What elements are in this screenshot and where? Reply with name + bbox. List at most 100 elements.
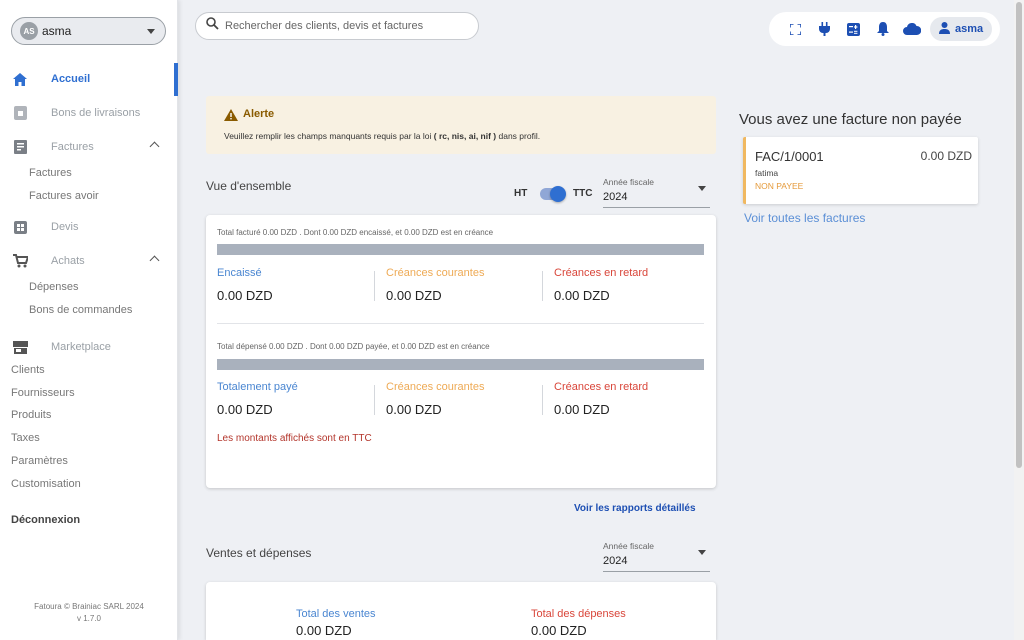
- metric-label: Encaissé: [217, 267, 262, 279]
- sidebar-subitem-expenses[interactable]: Dépenses: [29, 281, 79, 293]
- sidebar-item-customisation[interactable]: Customisation: [11, 478, 81, 490]
- chevron-down-icon: [147, 28, 155, 34]
- sidebar-item-settings[interactable]: Paramètres: [11, 455, 68, 467]
- ttc-note: Les montants affichés sont en TTC: [217, 433, 372, 444]
- page-scrollbar[interactable]: [1014, 0, 1024, 640]
- bell-icon[interactable]: [868, 19, 897, 39]
- alert-message: Veuillez remplir les champs manquants re…: [224, 131, 540, 141]
- metric-fully-paid: Totalement payé 0.00 DZD: [217, 381, 367, 417]
- cloud-icon[interactable]: [897, 19, 926, 39]
- sidebar-item-products[interactable]: Produits: [11, 409, 51, 421]
- alert-banner: Alerte Veuillez remplir les champs manqu…: [206, 96, 716, 154]
- toggle-ttc-label: TTC: [573, 188, 593, 199]
- toggle-knob: [550, 186, 566, 202]
- fullscreen-icon[interactable]: [781, 19, 810, 39]
- sales-fiscal-year-select[interactable]: Année fiscale 2024: [603, 541, 710, 572]
- metric-value: 0.00 DZD: [217, 288, 273, 303]
- metric-value: 0.00 DZD: [554, 288, 610, 303]
- sidebar-subitem-credit-notes[interactable]: Factures avoir: [29, 190, 99, 202]
- chevron-down-icon: [698, 550, 706, 555]
- metric-value: 0.00 DZD: [554, 402, 610, 417]
- sidebar-item-suppliers[interactable]: Fournisseurs: [11, 387, 75, 399]
- chevron-up-icon[interactable]: [149, 255, 160, 266]
- sidebar-subitem-invoices[interactable]: Factures: [29, 167, 72, 179]
- divider: [374, 271, 375, 301]
- metric-collected: Encaissé 0.00 DZD: [217, 267, 367, 303]
- footer-copyright: Fatoura © Brainiac SARL 2024: [34, 602, 144, 611]
- toggle-ht-label: HT: [514, 188, 528, 199]
- store-icon: [12, 339, 28, 355]
- footer-version: v 1.7.0: [76, 614, 101, 623]
- sidebar-item-taxes[interactable]: Taxes: [11, 432, 40, 444]
- billed-summary: Total facturé 0.00 DZD . Dont 0.00 DZD e…: [217, 228, 494, 237]
- account-selector[interactable]: AS asma: [11, 17, 166, 45]
- billed-progress-bar: [217, 244, 704, 255]
- sidebar-item-label: Bons de livraisons: [51, 107, 141, 119]
- metric-label: Créances en retard: [554, 381, 649, 393]
- alert-title: Alerte: [243, 108, 275, 120]
- sidebar-item-label: Factures: [51, 141, 94, 153]
- detailed-reports-link[interactable]: Voir les rapports détaillés: [574, 503, 696, 514]
- account-name: asma: [42, 24, 72, 38]
- sidebar-item-delivery[interactable]: Bons de livraisons: [0, 102, 170, 124]
- alert-text-after: dans profil.: [498, 131, 541, 141]
- section-divider: [217, 323, 704, 324]
- metric-total-expenses: Total des dépenses 0.00 DZD: [531, 608, 681, 638]
- fiscal-year-label: Année fiscale: [603, 541, 655, 551]
- metric-current-payables: Créances courantes 0.00 DZD: [386, 381, 536, 417]
- metric-total-sales: Total des ventes 0.00 DZD: [296, 608, 446, 638]
- metric-value: 0.00 DZD: [386, 402, 442, 417]
- invoice-status: NON PAYEE: [755, 181, 804, 191]
- sidebar-item-clients[interactable]: Clients: [11, 364, 45, 376]
- sidebar-item-quotes[interactable]: Devis: [0, 216, 170, 238]
- sidebar-item-home[interactable]: Accueil: [0, 68, 170, 90]
- calculator-icon[interactable]: [839, 19, 868, 39]
- top-toolbar: asma: [769, 12, 1000, 46]
- divider: [374, 385, 375, 415]
- user-name: asma: [955, 23, 984, 35]
- sidebar-item-marketplace[interactable]: Marketplace: [0, 336, 170, 358]
- invoice-client: fatima: [755, 168, 779, 178]
- sidebar-item-label: Devis: [51, 221, 79, 233]
- user-menu-button[interactable]: asma: [930, 17, 993, 41]
- metric-label: Créances en retard: [554, 267, 649, 279]
- alert-text-fields: ( rc, nis, ai, nif ): [433, 131, 497, 141]
- metric-label: Total des ventes: [296, 608, 376, 620]
- fiscal-year-select[interactable]: Année fiscale 2024: [603, 177, 710, 208]
- plug-icon[interactable]: [810, 19, 839, 39]
- search-box[interactable]: [195, 12, 479, 40]
- active-indicator: [174, 63, 178, 96]
- sidebar-item-label: Achats: [51, 255, 85, 267]
- fiscal-year-value: 2024: [603, 191, 628, 203]
- overview-title: Vue d'ensemble: [206, 179, 292, 193]
- sidebar-item-label: Accueil: [51, 73, 91, 85]
- sidebar-subitem-purchase-orders[interactable]: Bons de commandes: [29, 304, 132, 316]
- chevron-up-icon[interactable]: [149, 141, 160, 152]
- metric-value: 0.00 DZD: [296, 623, 352, 638]
- search-input[interactable]: [225, 20, 465, 32]
- ht-ttc-toggle[interactable]: [540, 186, 566, 202]
- unpaid-invoice-card[interactable]: FAC/1/0001 0.00 DZD fatima NON PAYEE: [743, 137, 978, 204]
- sidebar-item-invoices[interactable]: Factures: [0, 136, 170, 158]
- scrollbar-thumb[interactable]: [1016, 2, 1022, 468]
- divider: [542, 385, 543, 415]
- quote-icon: [12, 219, 28, 235]
- metric-value: 0.00 DZD: [386, 288, 442, 303]
- search-icon: [206, 17, 219, 35]
- all-invoices-link[interactable]: Voir toutes les factures: [744, 211, 865, 225]
- fiscal-year-label: Année fiscale: [603, 177, 655, 187]
- sidebar-item-label: Marketplace: [51, 341, 111, 353]
- spent-summary: Total dépensé 0.00 DZD . Dont 0.00 DZD p…: [217, 342, 490, 351]
- sales-expenses-card: Total des ventes 0.00 DZD Total des dépe…: [206, 582, 716, 640]
- metric-label: Créances courantes: [386, 267, 485, 279]
- logout-link[interactable]: Déconnexion: [11, 514, 80, 526]
- metric-label: Totalement payé: [217, 381, 298, 393]
- fiscal-year-value: 2024: [603, 555, 628, 567]
- warning-icon: [224, 108, 238, 126]
- cart-icon: [12, 253, 28, 269]
- metric-late-receivables: Créances en retard 0.00 DZD: [554, 267, 704, 303]
- divider: [542, 271, 543, 301]
- chevron-down-icon: [698, 186, 706, 191]
- overview-card: Total facturé 0.00 DZD . Dont 0.00 DZD e…: [206, 215, 716, 488]
- sidebar-item-purchases[interactable]: Achats: [0, 250, 170, 272]
